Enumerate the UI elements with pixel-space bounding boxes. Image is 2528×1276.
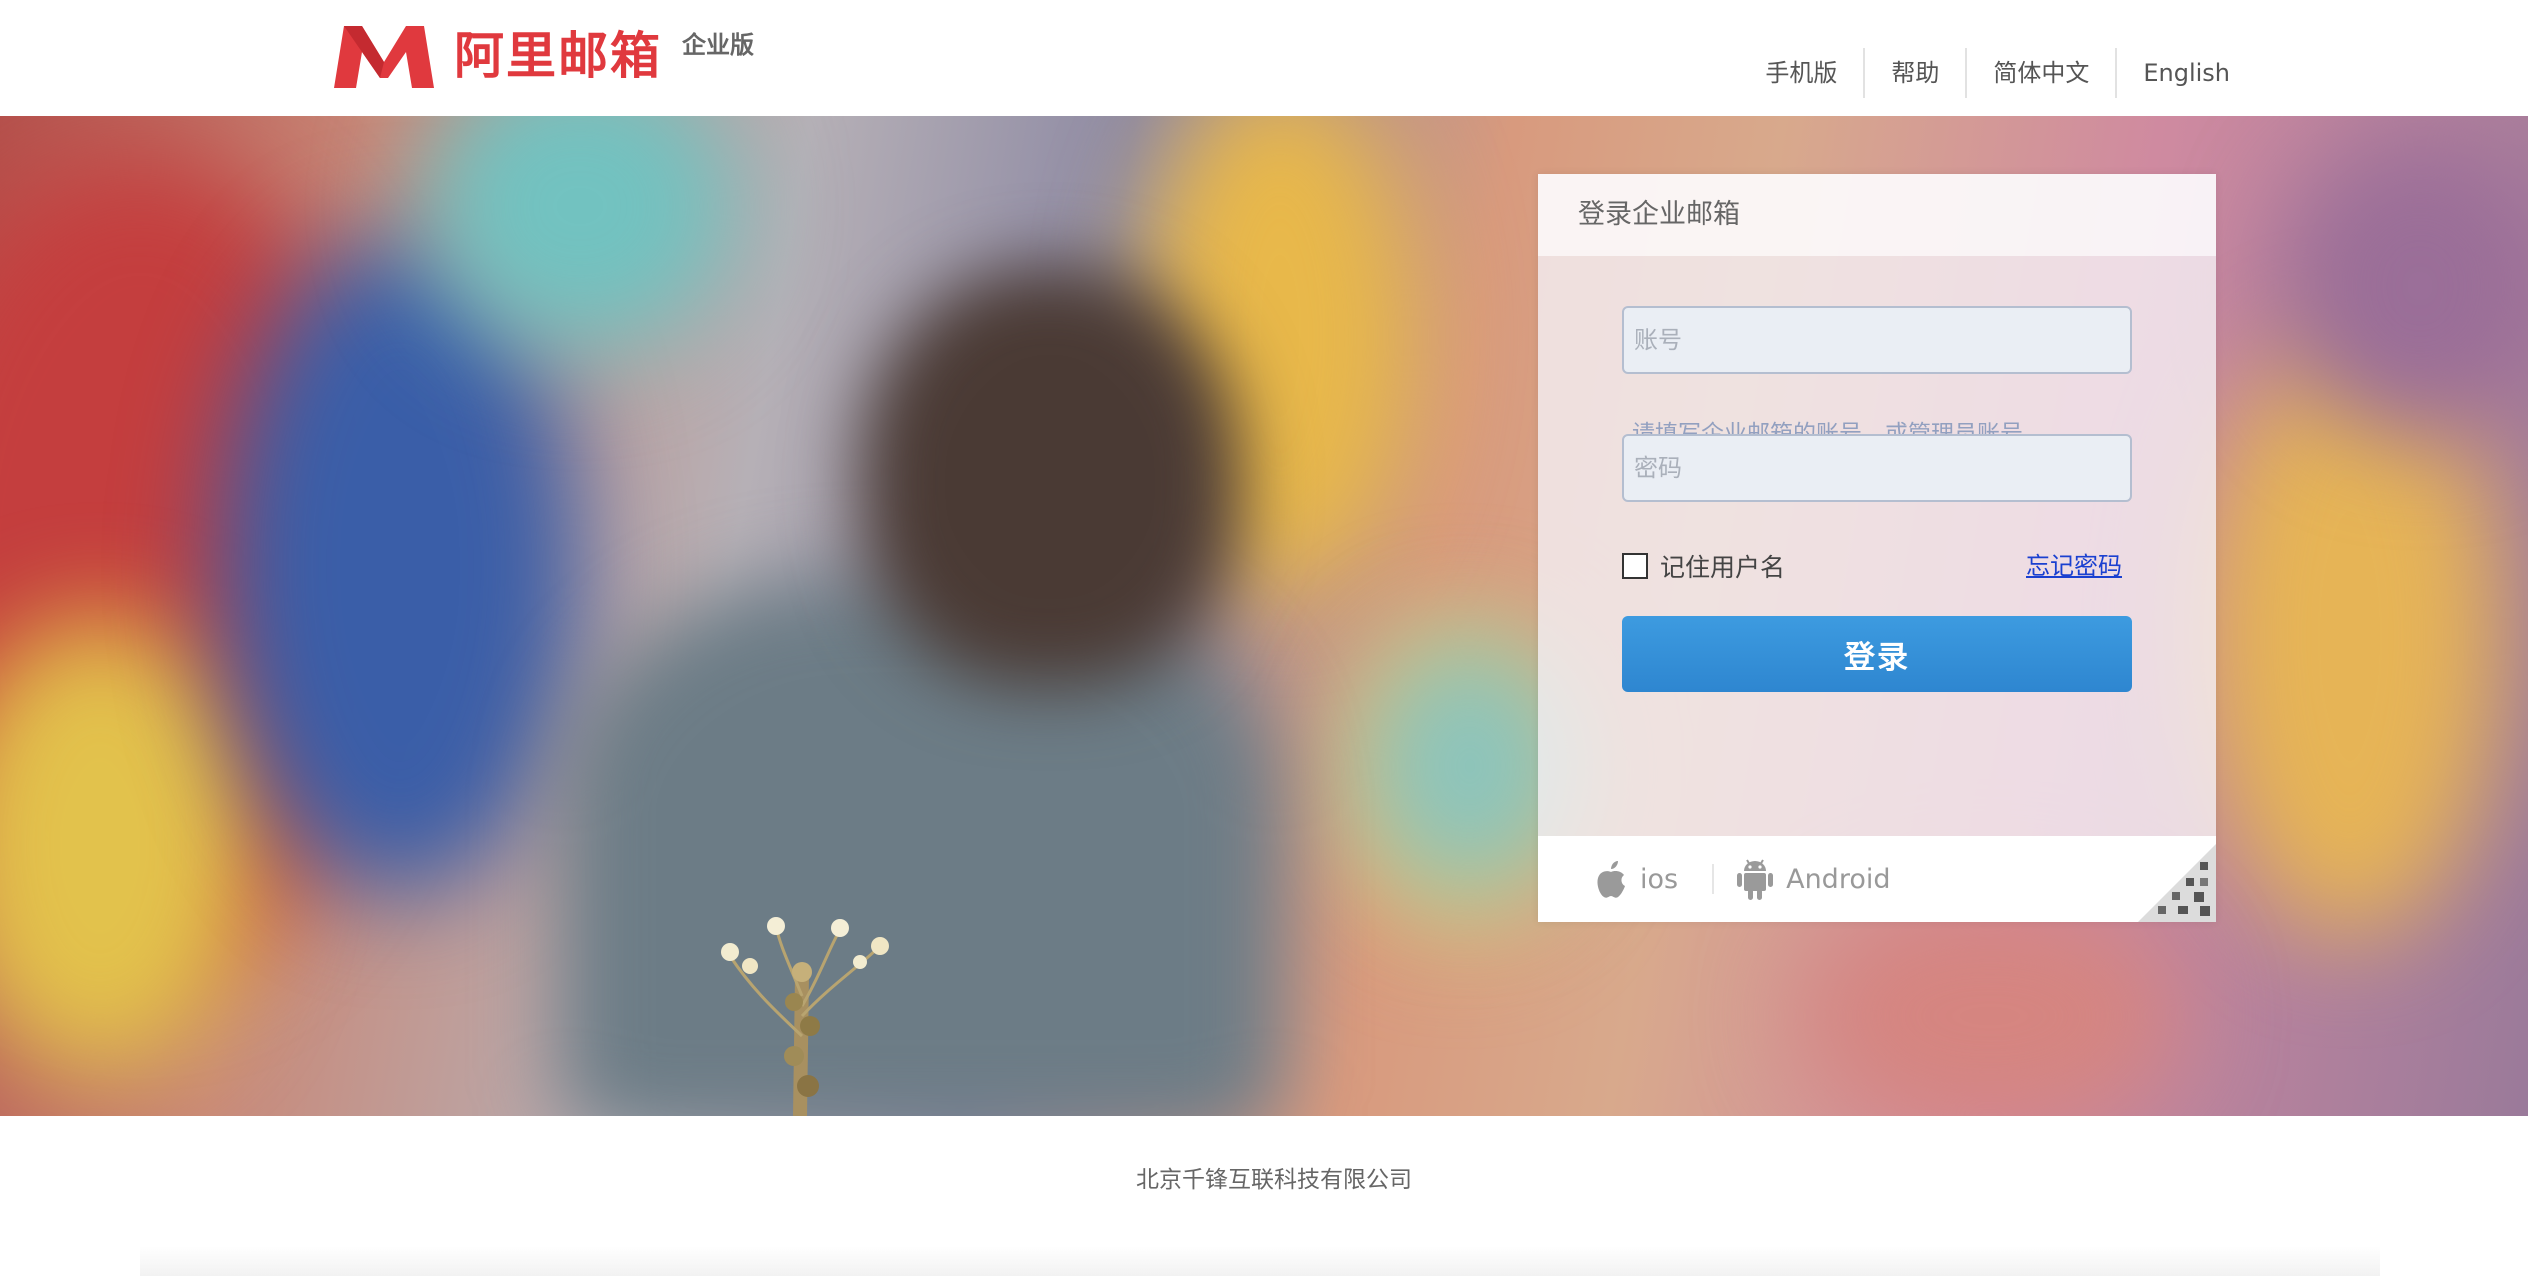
- account-input[interactable]: [1622, 306, 2132, 374]
- download-divider: [1712, 864, 1715, 894]
- qr-code-icon[interactable]: [2138, 844, 2216, 922]
- apple-icon: [1597, 861, 1625, 898]
- android-download[interactable]: Android: [1736, 857, 1890, 901]
- login-panel-header: 登录企业邮箱: [1538, 174, 2216, 256]
- remember-username[interactable]: 记住用户名: [1622, 548, 1785, 584]
- nav-mobile-link[interactable]: 手机版: [1739, 51, 1863, 95]
- login-form: 请填写企业邮箱的账号，或管理员账号。 记住用户名 忘记密码 登录: [1538, 256, 2216, 836]
- android-label: Android: [1786, 863, 1891, 895]
- bg-person-body: [560, 576, 1280, 1116]
- top-nav: 手机版 帮助 简体中文 English: [1739, 48, 2528, 98]
- ios-label: ios: [1640, 863, 1679, 895]
- logo-m-icon: [334, 26, 434, 88]
- plant-image: [721, 917, 889, 1116]
- app-download-bar: ios Android: [1538, 836, 2216, 922]
- forgot-password-link[interactable]: 忘记密码: [2026, 546, 2122, 581]
- remember-label[interactable]: 记住用户名: [1660, 548, 1785, 584]
- nav-lang-en-link[interactable]: English: [2117, 51, 2528, 95]
- password-input[interactable]: [1622, 434, 2132, 502]
- bg-person-head: [860, 266, 1240, 686]
- login-button[interactable]: 登录: [1622, 616, 2132, 692]
- logo[interactable]: 阿里邮箱 企业版: [332, 22, 754, 90]
- bg-blur-shape: [1800, 896, 2180, 1116]
- android-icon: [1737, 859, 1774, 900]
- logo-edition: 企业版: [682, 31, 754, 59]
- header: 阿里邮箱 企业版 手机版 帮助 简体中文 English: [0, 0, 2528, 116]
- login-title: 登录企业邮箱: [1578, 199, 1740, 230]
- footer-shadow: [140, 1246, 2380, 1276]
- remember-checkbox[interactable]: [1622, 553, 1648, 579]
- nav-help-link[interactable]: 帮助: [1865, 51, 1965, 95]
- nav-lang-cn-link[interactable]: 简体中文: [1967, 51, 2115, 95]
- ios-download[interactable]: ios: [1594, 859, 1678, 899]
- logo-text: 阿里邮箱: [454, 27, 662, 85]
- footer-company: 北京千锋互联科技有限公司: [1136, 1167, 1412, 1193]
- login-panel: 登录企业邮箱 请填写企业邮箱的账号，或管理员账号。 记住用户名 忘记密码 登录 …: [1538, 174, 2216, 922]
